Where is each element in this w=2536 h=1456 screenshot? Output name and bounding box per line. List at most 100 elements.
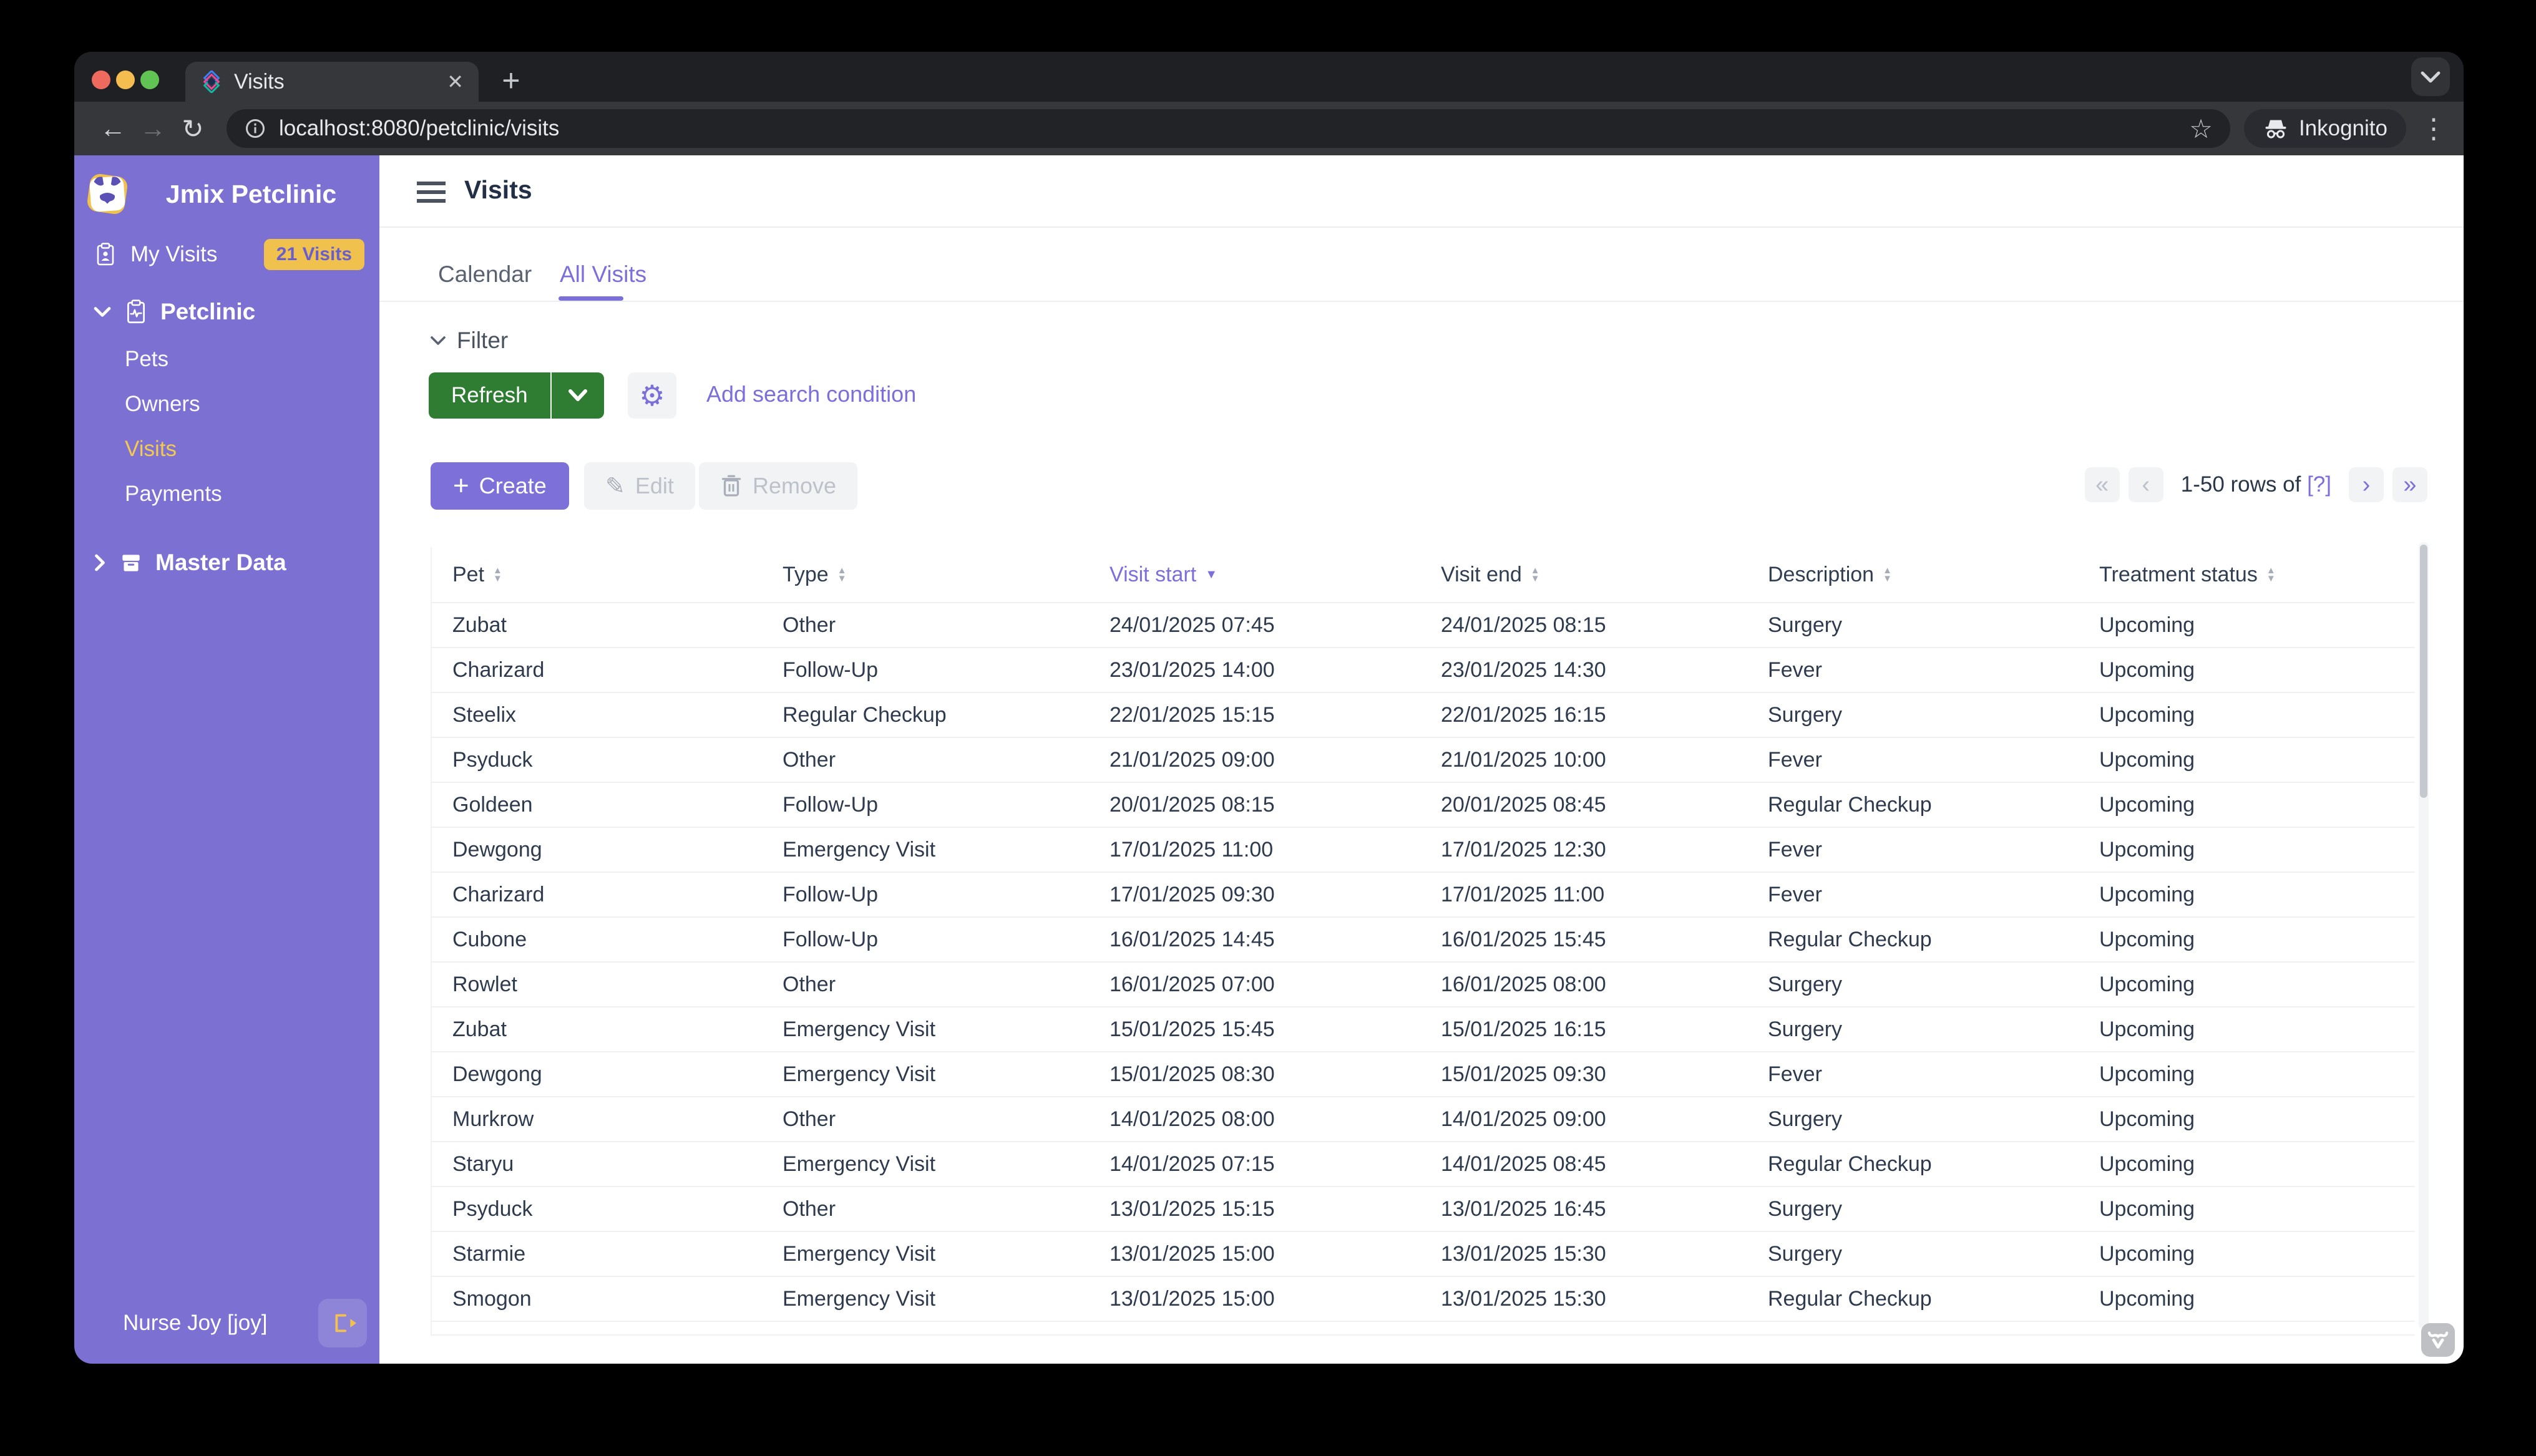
table-row[interactable]: Steelix Regular Checkup 22/01/2025 15:15 22… <box>432 692 2415 737</box>
table-row[interactable]: Smogon Emergency Visit 13/01/2025 15:00 13/… <box>432 1276 2415 1321</box>
cell-description: Regular Checkup <box>1768 1152 1932 1176</box>
table-row[interactable]: Psyduck Other 13/01/2025 15:15 13/01/2025 1… <box>432 1186 2415 1231</box>
cell-description: Regular Checkup <box>1768 927 1932 951</box>
tab-title: Visits <box>234 69 285 94</box>
cell-end: 16/01/2025 15:45 <box>1441 927 1606 951</box>
site-info-icon[interactable] <box>244 117 266 140</box>
first-page-button[interactable]: « <box>2084 467 2120 502</box>
maximize-window-button[interactable] <box>140 70 159 89</box>
sidebar-group-petclinic[interactable]: Petclinic <box>93 299 255 325</box>
vaadin-icon <box>2427 1331 2449 1349</box>
table-row[interactable]: Starmie Emergency Visit 13/01/2025 15:00 13… <box>432 1231 2415 1276</box>
add-search-condition-link[interactable]: Add search condition <box>706 381 916 407</box>
table-row[interactable]: Staryu Emergency Visit 14/01/2025 07:15 14/… <box>432 1141 2415 1186</box>
refresh-dropdown-button[interactable] <box>552 372 604 419</box>
tab-all-visits[interactable]: All Visits <box>560 261 646 288</box>
cell-pet: Smogon <box>452 1286 532 1311</box>
table-row[interactable]: Zubat Emergency Visit 15/01/2025 15:45 15/0… <box>432 1006 2415 1051</box>
cell-start: 13/01/2025 15:15 <box>1110 1196 1275 1221</box>
table-scrollbar-track[interactable] <box>2419 542 2429 1329</box>
table-row[interactable]: Charizard Follow-Up 23/01/2025 14:00 23/01/… <box>432 647 2415 692</box>
cell-pet: Staryu <box>452 1152 514 1176</box>
table-row[interactable]: Murkrow Other 14/01/2025 08:00 14/01/2025 0… <box>432 1096 2415 1141</box>
sidebar-item-pets[interactable]: Pets <box>125 337 379 382</box>
cell-status: Upcoming <box>2099 1017 2195 1041</box>
address-bar[interactable]: localhost:8080/petclinic/visits ☆ <box>227 109 2230 148</box>
column-header-description[interactable]: Description ▲ ▼ <box>1768 563 2099 587</box>
tab-calendar[interactable]: Calendar <box>438 261 532 288</box>
visit-count-badge: 21 Visits <box>263 239 364 270</box>
cell-description: Fever <box>1768 747 1822 772</box>
edit-button[interactable]: ✎ Edit <box>584 462 695 510</box>
table-row[interactable]: Dewgong Emergency Visit 17/01/2025 11:00 17… <box>432 827 2415 871</box>
sidebar-group-master-data[interactable]: Master Data <box>93 550 286 576</box>
sidebar-item-owners[interactable]: Owners <box>125 382 379 427</box>
url-text[interactable]: localhost:8080/petclinic/visits <box>279 116 559 141</box>
plus-icon: + <box>453 470 469 501</box>
back-button[interactable]: ← <box>93 114 133 143</box>
cell-status: Upcoming <box>2099 972 2195 996</box>
filter-section-toggle[interactable]: Filter <box>429 328 508 354</box>
cell-status: Upcoming <box>2099 613 2195 637</box>
cell-description: Fever <box>1768 837 1822 861</box>
vaadin-debug-button[interactable] <box>2421 1323 2455 1357</box>
create-button[interactable]: + Create <box>431 462 569 510</box>
table-row[interactable]: Rowlet Other 16/01/2025 07:00 16/01/2025 08… <box>432 961 2415 1006</box>
table-row[interactable]: Dewgong Emergency Visit 15/01/2025 08:30 15… <box>432 1051 2415 1096</box>
sidebar-item-my-visits[interactable]: My Visits 21 Visits <box>93 235 364 274</box>
filter-settings-button[interactable]: ⚙ <box>628 372 676 419</box>
forward-button[interactable]: → <box>133 114 173 143</box>
rows-range-text: 1-50 rows of [?] <box>2181 472 2331 497</box>
cell-end: 20/01/2025 08:45 <box>1441 792 1606 817</box>
sort-icon: ▲ ▼ <box>1530 565 1540 584</box>
sort-icon: ▲ ▼ <box>1883 565 1892 584</box>
tab-close-icon[interactable]: ✕ <box>447 70 464 94</box>
column-header-type[interactable]: Type ▲ ▼ <box>783 563 1110 587</box>
column-header-pet[interactable]: Pet ▲ ▼ <box>452 563 783 587</box>
close-window-button[interactable] <box>92 70 110 89</box>
cell-type: Emergency Visit <box>783 837 936 861</box>
cell-pet: Steelix <box>452 702 517 727</box>
sidebar-item-payments[interactable]: Payments <box>125 472 379 517</box>
app-logo <box>83 170 132 218</box>
column-header-visit-end[interactable]: Visit end ▲ ▼ <box>1441 563 1768 587</box>
cell-description: Surgery <box>1768 613 1843 637</box>
total-count-link[interactable]: [?] <box>2307 472 2331 497</box>
refresh-button[interactable]: Refresh <box>429 372 550 419</box>
cell-pet: Zubat <box>452 1017 507 1041</box>
new-tab-button[interactable]: + <box>491 61 531 100</box>
clipboard-pulse-icon <box>123 299 149 325</box>
menu-toggle-icon[interactable] <box>417 182 446 203</box>
edit-label: Edit <box>635 473 674 498</box>
cell-pet: Dewgong <box>452 1062 542 1086</box>
table-row[interactable]: Goldeen Follow-Up 20/01/2025 08:15 20/01/20… <box>432 782 2415 827</box>
cell-start: 16/01/2025 07:00 <box>1110 972 1275 996</box>
table-row[interactable]: Psyduck Other 21/01/2025 09:00 21/01/2025 1… <box>432 737 2415 782</box>
remove-button[interactable]: Remove <box>699 462 858 510</box>
browser-tab-visits[interactable]: Visits ✕ <box>185 62 479 102</box>
cell-status: Upcoming <box>2099 747 2195 772</box>
table-row[interactable]: Cubone Follow-Up 16/01/2025 14:45 16/01/202… <box>432 916 2415 961</box>
logout-button[interactable] <box>318 1299 367 1347</box>
prev-page-button[interactable]: ‹ <box>2128 467 2163 502</box>
next-page-button[interactable]: › <box>2349 467 2384 502</box>
logged-in-user: Nurse Joy [joy] <box>123 1311 268 1335</box>
table-row[interactable]: Charizard Follow-Up 17/01/2025 09:30 17/01/… <box>432 871 2415 916</box>
table-scrollbar-thumb[interactable] <box>2420 545 2427 798</box>
column-header-treatment-status[interactable]: Treatment status ▲ ▼ <box>2099 563 2415 587</box>
reload-button[interactable]: ↻ <box>173 114 213 144</box>
bookmark-star-icon[interactable]: ☆ <box>2189 114 2213 144</box>
sidebar-item-visits[interactable]: Visits <box>125 427 379 472</box>
minimize-window-button[interactable] <box>116 70 135 89</box>
cell-type: Emergency Visit <box>783 1017 936 1041</box>
column-header-visit-start[interactable]: Visit start ▼ <box>1110 563 1441 587</box>
cell-pet: Zubat <box>452 613 507 637</box>
cell-status: Upcoming <box>2099 1286 2195 1311</box>
cell-end: 15/01/2025 09:30 <box>1441 1062 1606 1086</box>
table-row[interactable]: Zubat Other 24/01/2025 07:45 24/01/2025 08:… <box>432 602 2415 647</box>
last-page-button[interactable]: » <box>2392 467 2427 502</box>
browser-menu-icon[interactable]: ⋮ <box>2420 113 2447 145</box>
cell-type: Regular Checkup <box>783 702 947 727</box>
tab-search-button[interactable] <box>2411 57 2450 96</box>
table-bottom-edge <box>432 1321 2415 1336</box>
